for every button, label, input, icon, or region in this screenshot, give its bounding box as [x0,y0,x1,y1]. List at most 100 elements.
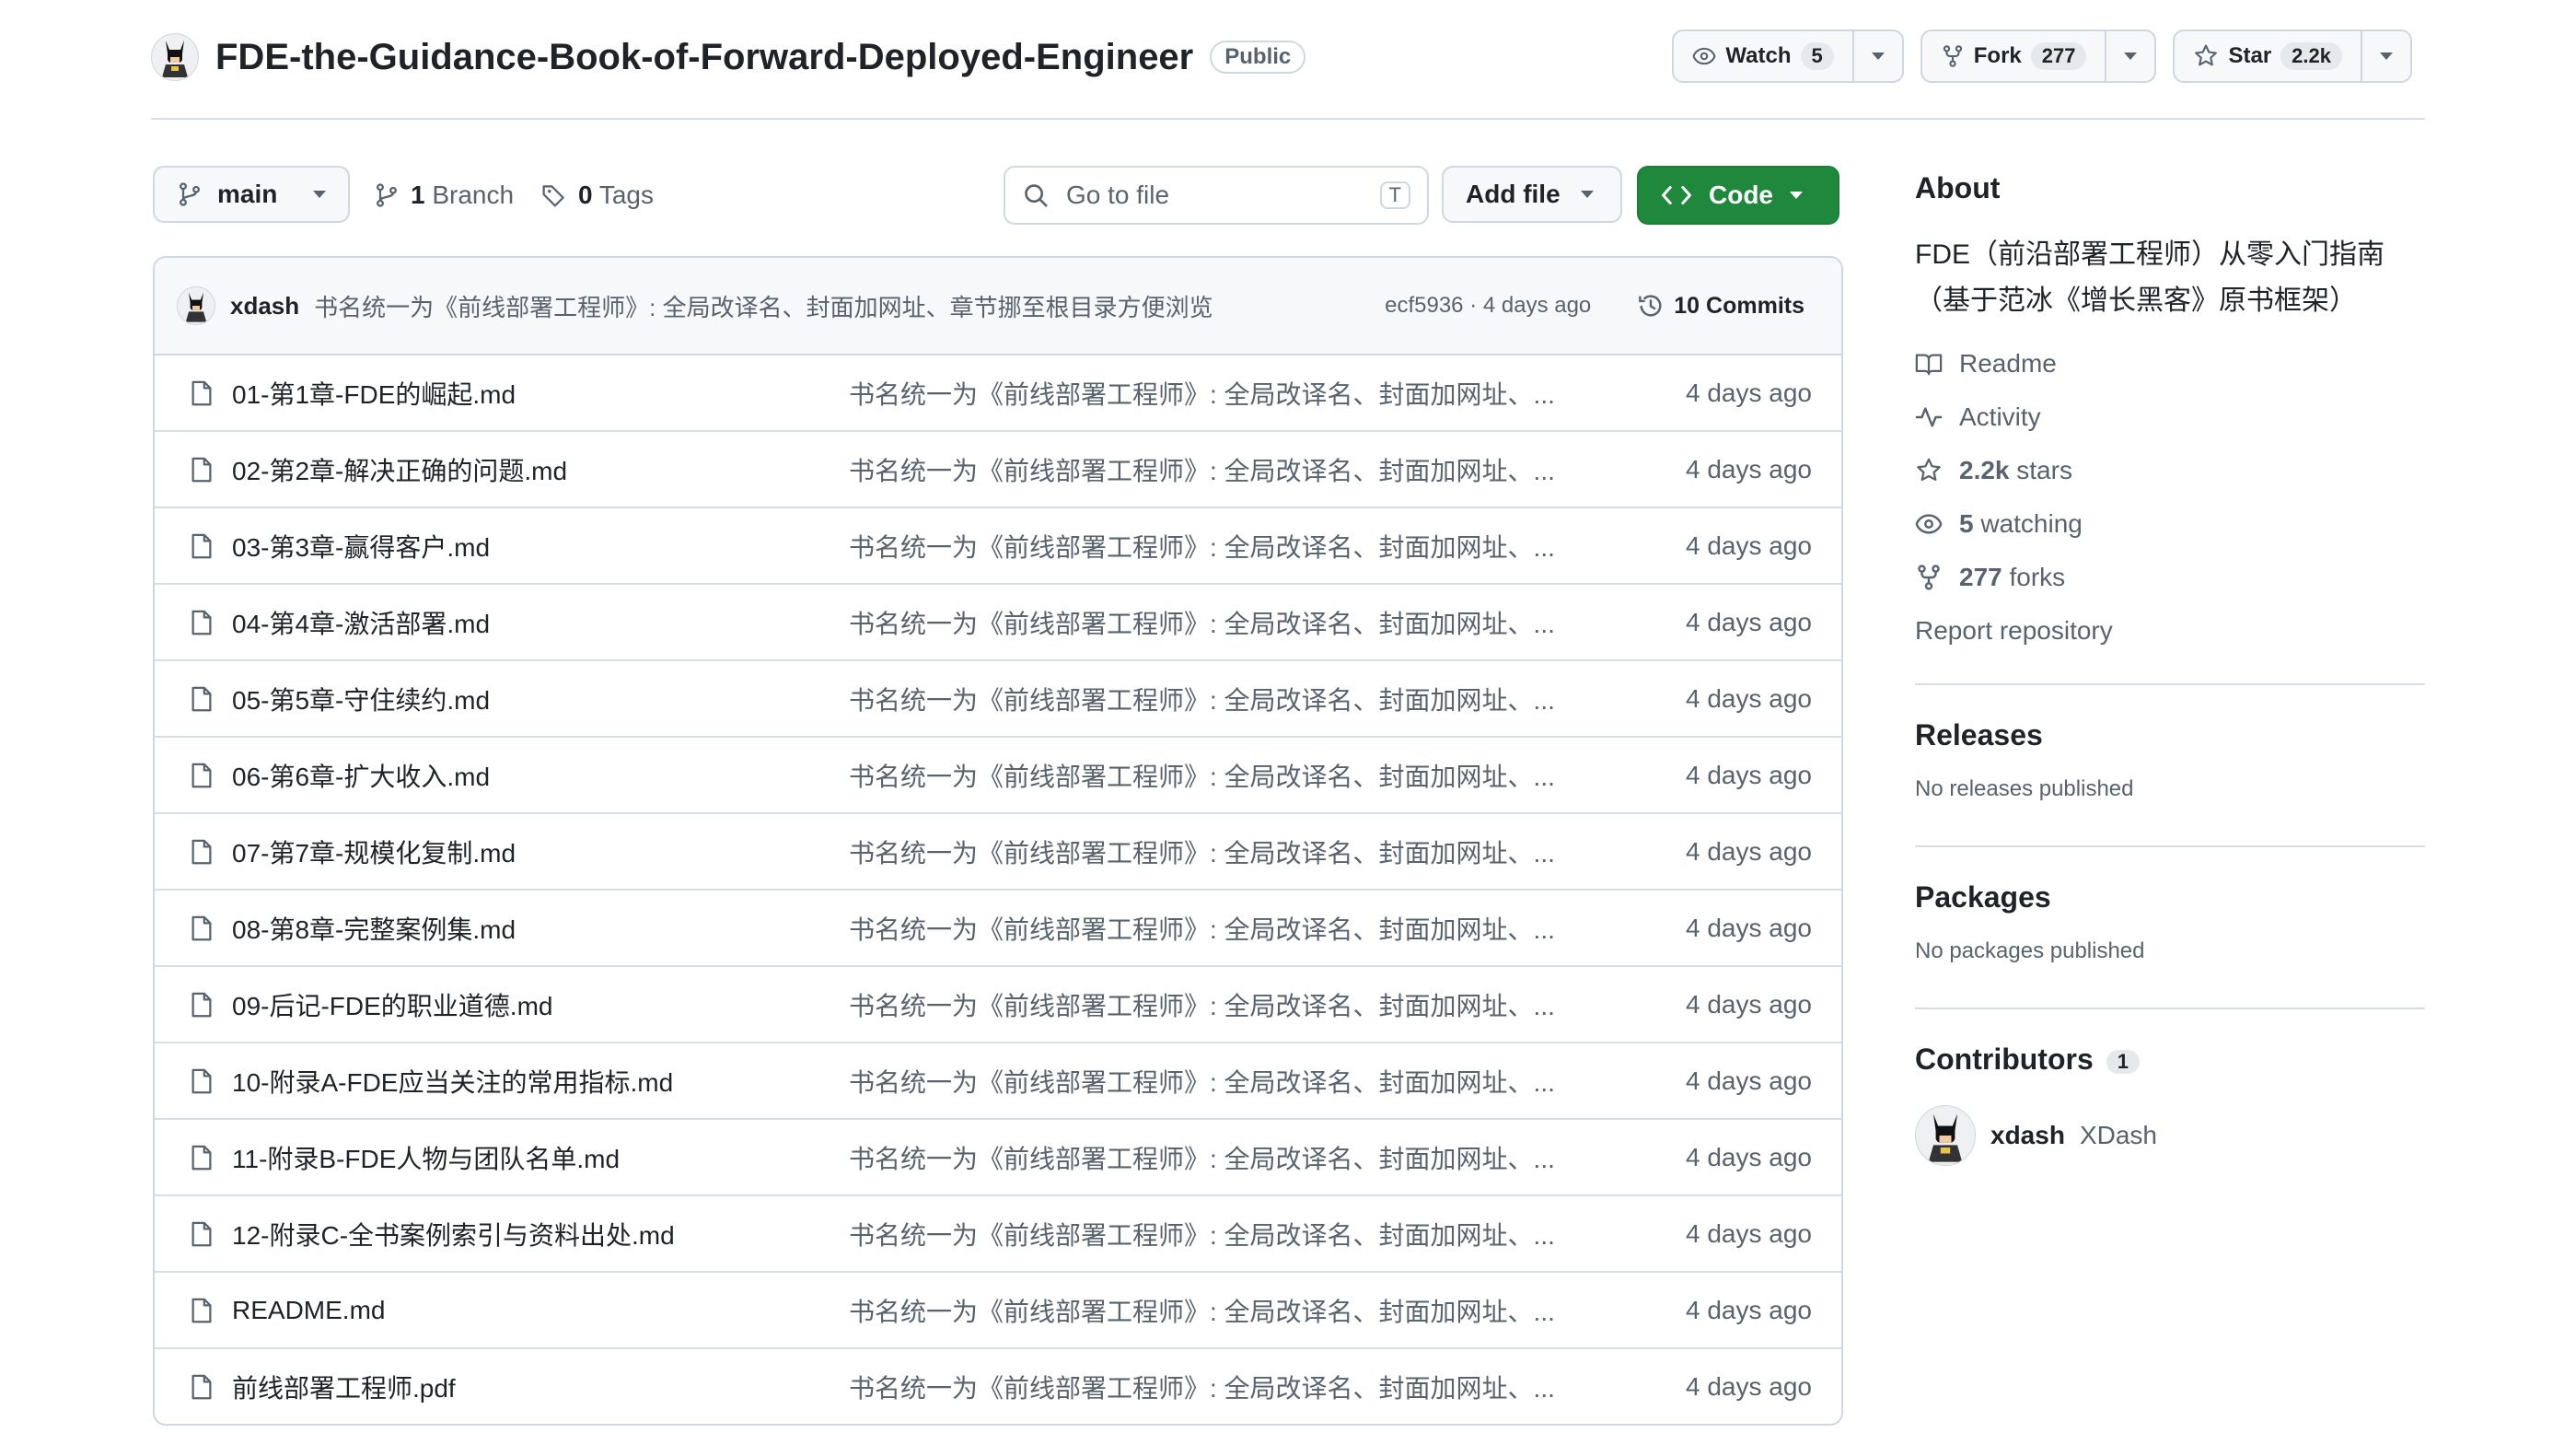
branch-selector[interactable]: main [153,166,350,223]
file-commit-time: 4 days ago [1686,378,1812,407]
file-commit-time: 4 days ago [1686,989,1812,1019]
readme-link[interactable]: Readme [1915,337,2425,390]
watch-button[interactable]: Watch 5 [1672,29,1904,83]
releases-section: Releases No releases published [1915,718,2425,802]
file-row[interactable]: 05-第5章-守住续约.md 书名统一为《前线部署工程师》: 全局改译名、封面加网… [155,661,1841,738]
file-row[interactable]: 02-第2章-解决正确的问题.md 书名统一为《前线部署工程师》: 全局改译名、封… [155,432,1841,508]
report-repository-link[interactable]: Report repository [1915,604,2425,658]
commit-author-avatar[interactable] [177,286,215,325]
stars-link[interactable]: 2.2k stars [1915,444,2425,497]
file-name[interactable]: 02-第2章-解决正确的问题.md [232,451,849,488]
file-name[interactable]: 04-第4章-激活部署.md [232,604,849,641]
report-label: Report repository [1915,616,2113,645]
packages-section: Packages No packages published [1915,880,2425,964]
file-name[interactable]: 10-附录A-FDE应当关注的常用指标.md [232,1063,849,1100]
file-row[interactable]: 10-附录A-FDE应当关注的常用指标.md 书名统一为《前线部署工程师》: 全局… [155,1043,1841,1120]
file-commit-message[interactable]: 书名统一为《前线部署工程师》: 全局改译名、封面加网址、... [849,1063,1604,1100]
file-commit-message[interactable]: 书名统一为《前线部署工程师》: 全局改译名、封面加网址、... [849,528,1604,565]
file-icon [191,763,212,787]
file-row[interactable]: 03-第3章-赢得客户.md 书名统一为《前线部署工程师》: 全局改译名、封面加网… [155,508,1841,585]
eye-icon [1915,514,1943,534]
file-row[interactable]: 04-第4章-激活部署.md 书名统一为《前线部署工程师》: 全局改译名、封面加网… [155,585,1841,661]
file-name[interactable]: 11-附录B-FDE人物与团队名单.md [232,1139,849,1176]
contributors-heading[interactable]: Contributors [1915,1043,2094,1076]
contributor-avatar[interactable] [1915,1105,1976,1166]
commits-history-link[interactable]: 10 Commits [1637,292,1804,320]
sidebar-divider [1915,845,2425,847]
star-button[interactable]: Star 2.2k [2173,29,2412,83]
file-commit-message[interactable]: 书名统一为《前线部署工程师》: 全局改译名、封面加网址、... [849,604,1604,641]
star-dropdown[interactable] [2361,31,2410,81]
file-commit-message[interactable]: 书名统一为《前线部署工程师》: 全局改译名、封面加网址、... [849,1216,1604,1252]
packages-heading[interactable]: Packages [1915,880,2425,915]
file-commit-message[interactable]: 书名统一为《前线部署工程师》: 全局改译名、封面加网址、... [849,1369,1604,1405]
watch-label: Watch [1725,43,1792,68]
file-name[interactable]: README.md [232,1296,849,1325]
file-commit-message[interactable]: 书名统一为《前线部署工程师》: 全局改译名、封面加网址、... [849,375,1604,412]
chevron-down-icon [313,191,326,198]
file-commit-message[interactable]: 书名统一为《前线部署工程师》: 全局改译名、封面加网址、... [849,986,1604,1023]
file-row[interactable]: README.md 书名统一为《前线部署工程师》: 全局改译名、封面加网址、...… [155,1273,1841,1349]
add-file-button[interactable]: Add file [1442,166,1622,223]
batman-avatar-icon [162,41,188,77]
file-name[interactable]: 05-第5章-守住续约.md [232,681,849,717]
activity-link[interactable]: Activity [1915,390,2425,444]
fork-dropdown[interactable] [2105,31,2154,81]
repo-name[interactable]: FDE-the-Guidance-Book-of-Forward-Deploye… [215,37,1193,78]
branch-count-label: Branch [432,181,515,209]
fork-count: 277 [2030,42,2087,70]
file-name[interactable]: 12-附录C-全书案例索引与资料出处.md [232,1216,849,1252]
file-row[interactable]: 前线部署工程师.pdf 书名统一为《前线部署工程师》: 全局改译名、封面加网址、.… [155,1349,1841,1424]
file-name[interactable]: 03-第3章-赢得客户.md [232,528,849,565]
commit-message[interactable]: 书名统一为《前线部署工程师》: 全局改译名、封面加网址、章节挪至根目录方便浏览 [314,289,1213,323]
fork-button[interactable]: Fork 277 [1920,29,2157,83]
file-name[interactable]: 前线部署工程师.pdf [232,1369,849,1405]
file-name[interactable]: 09-后记-FDE的职业道德.md [232,986,849,1023]
watch-dropdown[interactable] [1851,31,1902,81]
file-row[interactable]: 06-第6章-扩大收入.md 书名统一为《前线部署工程师》: 全局改译名、封面加网… [155,738,1841,814]
file-name[interactable]: 06-第6章-扩大收入.md [232,757,849,794]
commit-hash-time[interactable]: ecf5936 · 4 days ago [1385,293,1591,319]
file-row[interactable]: 09-后记-FDE的职业道德.md 书名统一为《前线部署工程师》: 全局改译名、封… [155,967,1841,1043]
file-row[interactable]: 01-第1章-FDE的崛起.md 书名统一为《前线部署工程师》: 全局改译名、封面… [155,355,1841,432]
branch-count: 1 [411,181,425,209]
watching-link[interactable]: 5 watching [1915,497,2425,551]
fork-label: Fork [1973,43,2022,68]
file-name[interactable]: 08-第8章-完整案例集.md [232,910,849,947]
file-name[interactable]: 01-第1章-FDE的崛起.md [232,375,849,412]
file-commit-time: 4 days ago [1686,1371,1812,1401]
file-name[interactable]: 07-第7章-规模化复制.md [232,833,849,870]
file-row[interactable]: 11-附录B-FDE人物与团队名单.md 书名统一为《前线部署工程师》: 全局改译… [155,1120,1841,1196]
releases-heading[interactable]: Releases [1915,718,2425,752]
file-commit-message[interactable]: 书名统一为《前线部署工程师》: 全局改译名、封面加网址、... [849,1139,1604,1176]
code-button[interactable]: Code [1637,166,1839,225]
forks-link[interactable]: 277 forks [1915,551,2425,604]
forks-count: 277 [1959,563,2002,591]
file-commit-message[interactable]: 书名统一为《前线部署工程师》: 全局改译名、封面加网址、... [849,833,1604,870]
file-icon [191,1068,212,1093]
go-to-file-input[interactable]: Go to file T [1004,166,1429,225]
contributors-section: Contributors 1 [1915,1043,2425,1077]
file-icon [191,839,212,864]
file-commit-message[interactable]: 书名统一为《前线部署工程师》: 全局改译名、封面加网址、... [849,910,1604,947]
file-commit-time: 4 days ago [1686,1066,1812,1095]
about-description: FDE（前沿部署工程师）从零入门指南（基于范冰《增长黑客》原书框架） [1915,239,2385,316]
owner-avatar[interactable] [151,33,199,81]
branches-link[interactable]: 1 Branch [374,181,514,210]
file-commit-message[interactable]: 书名统一为《前线部署工程师》: 全局改译名、封面加网址、... [849,681,1604,717]
file-commit-message[interactable]: 书名统一为《前线部署工程师》: 全局改译名、封面加网址、... [849,1292,1604,1329]
file-row[interactable]: 07-第7章-规模化复制.md 书名统一为《前线部署工程师》: 全局改译名、封面加… [155,814,1841,891]
tags-link[interactable]: 0 Tags [541,181,654,210]
search-icon [1025,184,1048,207]
sidebar-divider [1915,1008,2425,1009]
fork-icon [1943,45,1962,67]
commit-author[interactable]: xdash [230,292,299,320]
file-icon [191,533,212,558]
file-row[interactable]: 08-第8章-完整案例集.md 书名统一为《前线部署工程师》: 全局改译名、封面加… [155,891,1841,967]
file-commit-message[interactable]: 书名统一为《前线部署工程师》: 全局改译名、封面加网址、... [849,757,1604,794]
file-row[interactable]: 12-附录C-全书案例索引与资料出处.md 书名统一为《前线部署工程师》: 全局改… [155,1196,1841,1273]
file-commit-time: 4 days ago [1686,836,1812,866]
contributor-item[interactable]: xdash XDash [1915,1105,2157,1166]
contributor-name: XDash [2079,1121,2157,1149]
file-commit-message[interactable]: 书名统一为《前线部署工程师》: 全局改译名、封面加网址、... [849,451,1604,488]
